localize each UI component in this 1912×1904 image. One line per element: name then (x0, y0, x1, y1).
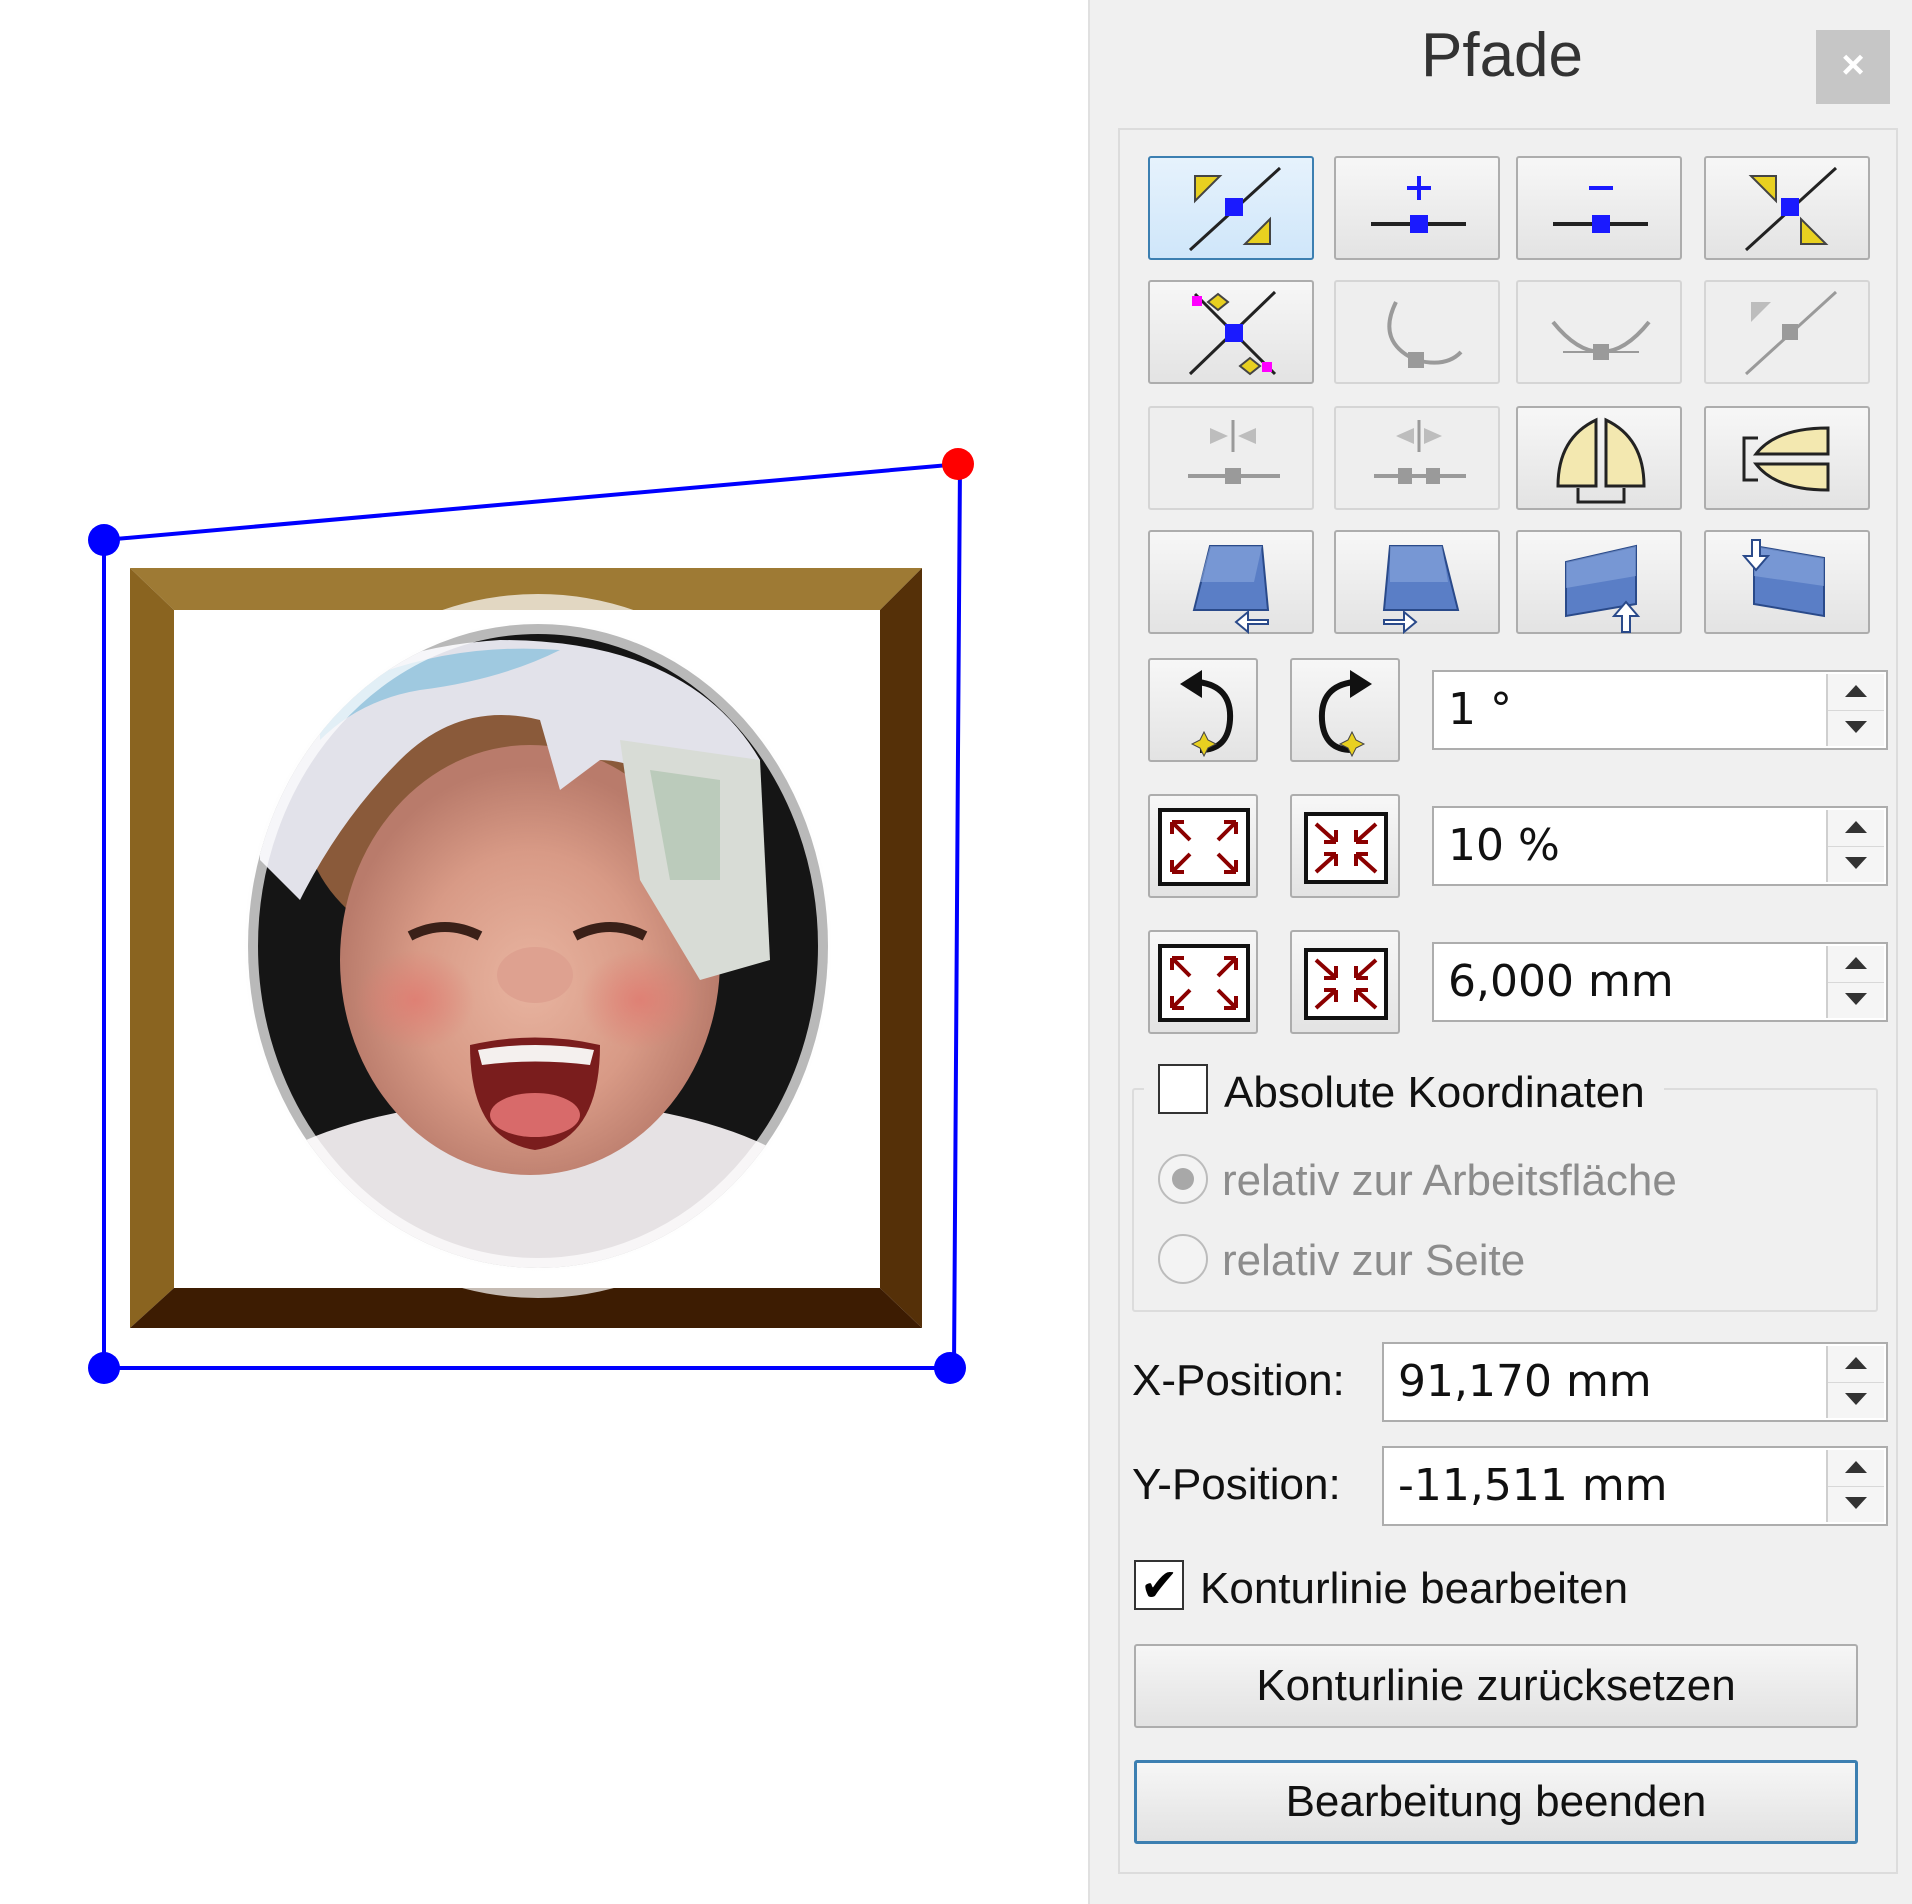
rotate-right-icon (1318, 670, 1372, 758)
shrink-mm-button[interactable] (1290, 930, 1400, 1034)
x-position-label: X-Position: (1132, 1356, 1345, 1405)
remove-point-icon (1553, 186, 1648, 233)
reset-control-points-icon (1744, 166, 1838, 252)
rotate-left-button[interactable] (1148, 658, 1258, 762)
shear-right-icon (1382, 545, 1460, 635)
edit-contour-label: Konturlinie bearbeiten (1200, 1564, 1629, 1613)
finish-editing-button[interactable]: Bearbeitung beenden (1134, 1760, 1858, 1844)
add-point-tool-button[interactable] (1334, 156, 1500, 260)
path-node-bottom-left[interactable] (88, 1352, 120, 1384)
select-points-icon (1188, 166, 1282, 252)
mirror-vertical-tool-button[interactable] (1516, 406, 1682, 510)
shrink-icon (1304, 812, 1388, 884)
split-path-icon (1188, 420, 1280, 484)
mirror-horizontal-icon (1742, 426, 1830, 492)
rotate-left-icon (1180, 670, 1234, 758)
frame-right (880, 568, 922, 1328)
y-position-value: -11,511 mm (1398, 1460, 1668, 1511)
canvas-drawing (88, 448, 974, 1384)
shear-up-icon (1565, 544, 1641, 633)
convert-to-symmetric-tool-button[interactable] (1516, 280, 1682, 384)
x-position-spinbox[interactable]: 91,170 mm (1382, 1342, 1888, 1422)
path-node-top-left[interactable] (88, 524, 120, 556)
relative-page-label: relativ zur Seite (1222, 1236, 1526, 1285)
convert-to-corner-tool-button[interactable] (1704, 280, 1870, 384)
x-position-value: 91,170 mm (1398, 1356, 1652, 1407)
panel-title: Pfade (1420, 21, 1584, 90)
expand-icon (1158, 944, 1250, 1022)
curve-node-icon (1387, 301, 1463, 368)
shrink-icon (1304, 948, 1388, 1020)
spin-up-icon[interactable] (1828, 1450, 1884, 1487)
absolute-coordinates-label: Absolute Koordinaten (1224, 1068, 1645, 1117)
y-position-label: Y-Position: (1132, 1460, 1341, 1509)
edit-contour-checkbox[interactable] (1134, 1558, 1184, 1612)
remove-point-tool-button[interactable] (1516, 156, 1682, 260)
enlarge-percent-button[interactable] (1148, 794, 1258, 898)
move-control-points-icon (1188, 290, 1277, 376)
shear-down-icon (1741, 539, 1825, 618)
close-button[interactable]: × (1816, 30, 1890, 104)
scale-mm-spinner (1826, 946, 1884, 1018)
y-position-spinbox[interactable]: -11,511 mm (1382, 1446, 1888, 1526)
relative-workspace-label: relativ zur Arbeitsfläche (1222, 1156, 1677, 1205)
absolute-coordinates-checkbox[interactable] (1158, 1064, 1208, 1114)
convert-to-curve-tool-button[interactable] (1334, 280, 1500, 384)
shear-right-tool-button[interactable] (1334, 530, 1500, 635)
y-position-spinner (1826, 1450, 1884, 1522)
rotate-right-button[interactable] (1290, 658, 1400, 762)
canvas-area[interactable] (0, 0, 1088, 1904)
spin-up-icon[interactable] (1828, 946, 1884, 983)
shear-up-tool-button[interactable] (1516, 530, 1682, 634)
shear-down-tool-button[interactable] (1704, 530, 1870, 634)
spin-up-icon[interactable] (1828, 1346, 1884, 1383)
shrink-percent-button[interactable] (1290, 794, 1400, 898)
mirror-vertical-icon (1556, 417, 1646, 504)
move-control-points-tool-button[interactable] (1148, 280, 1314, 384)
spin-down-icon[interactable] (1828, 710, 1884, 746)
expand-icon (1158, 808, 1250, 886)
shear-left-tool-button[interactable] (1148, 530, 1314, 635)
relative-workspace-radio[interactable] (1158, 1154, 1208, 1204)
scale-mm-spinbox[interactable]: 6,000 mm (1432, 942, 1888, 1022)
join-path-icon (1374, 420, 1466, 484)
scale-percent-spinbox[interactable]: 10 % (1432, 806, 1888, 886)
spin-down-icon[interactable] (1828, 1486, 1884, 1522)
rotation-angle-value: 1 ° (1448, 684, 1512, 735)
scale-mm-value: 6,000 mm (1448, 956, 1674, 1007)
reset-contour-button[interactable]: Konturlinie zurücksetzen (1134, 1644, 1858, 1728)
relative-page-radio[interactable] (1158, 1234, 1208, 1284)
rotation-angle-spinbox[interactable]: 1 ° (1432, 670, 1888, 750)
symmetric-node-icon (1551, 320, 1651, 360)
spin-down-icon[interactable] (1828, 1382, 1884, 1418)
split-path-tool-button[interactable] (1148, 406, 1314, 510)
spin-down-icon[interactable] (1828, 846, 1884, 882)
scale-percent-value: 10 % (1448, 820, 1560, 871)
reset-control-points-tool-button[interactable] (1704, 156, 1870, 260)
select-points-tool-button[interactable] (1148, 156, 1314, 260)
frame-left (130, 568, 174, 1328)
corner-node-icon (1744, 290, 1838, 376)
spin-up-icon[interactable] (1828, 674, 1884, 711)
x-position-spinner (1826, 1346, 1884, 1418)
enlarge-mm-button[interactable] (1148, 930, 1258, 1034)
mirror-horizontal-tool-button[interactable] (1704, 406, 1870, 510)
rotation-angle-spinner (1826, 674, 1884, 746)
panel-content: 1 ° 10 % 6,000 mm Absolute Koordinaten r… (1118, 128, 1898, 1874)
join-path-tool-button[interactable] (1334, 406, 1500, 510)
shear-left-icon (1192, 545, 1270, 635)
scale-percent-spinner (1826, 810, 1884, 882)
path-node-bottom-right[interactable] (934, 1352, 966, 1384)
spin-up-icon[interactable] (1828, 810, 1884, 847)
path-node-top-right-selected[interactable] (942, 448, 974, 480)
add-point-icon (1371, 176, 1466, 233)
spin-down-icon[interactable] (1828, 982, 1884, 1018)
paths-panel: Pfade × 1 ° 10 % 6,000 mm Absolute Koord… (1088, 0, 1912, 1904)
